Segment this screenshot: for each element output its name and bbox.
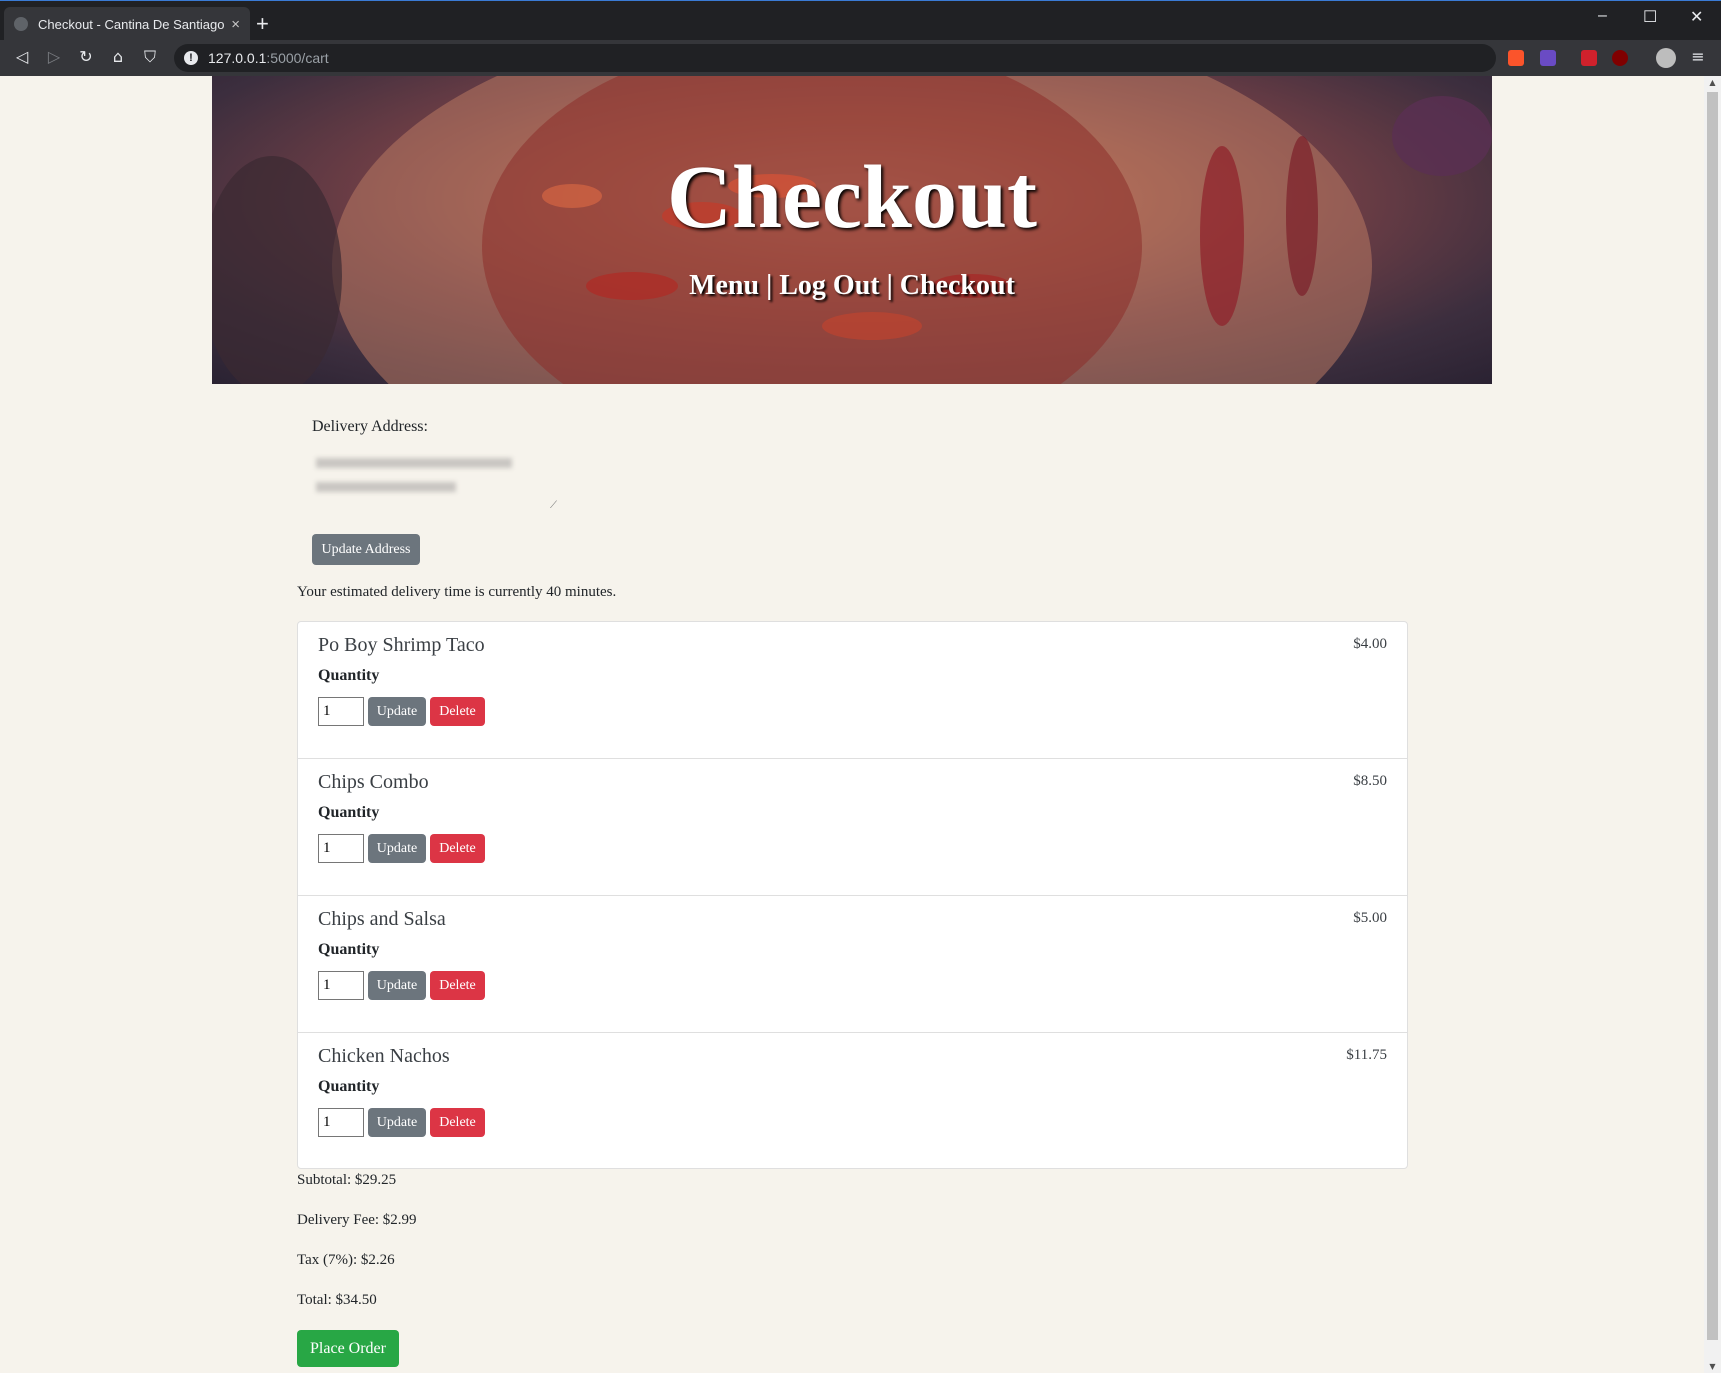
item-name: Chips and Salsa (318, 908, 446, 930)
brave-rewards-icon[interactable] (1540, 50, 1556, 66)
quantity-input[interactable] (318, 971, 364, 1000)
cart-item: Chips and Salsa $5.00 Quantity Update De… (298, 896, 1407, 1033)
delivery-address-textarea[interactable] (312, 448, 560, 510)
minimize-icon[interactable]: – (1598, 7, 1607, 25)
item-price: $4.00 (1353, 636, 1387, 652)
browser-titlebar: Checkout - Cantina De Santiago × + – ☐ ✕ (0, 0, 1721, 41)
ublock-icon[interactable] (1612, 50, 1628, 66)
quantity-label: Quantity (318, 1078, 380, 1095)
delivery-time-note: Your estimated delivery time is currentl… (297, 584, 617, 600)
nav-logout-link[interactable]: Log Out (779, 270, 879, 301)
delivery-fee: Delivery Fee: $2.99 (297, 1212, 417, 1228)
subtotal: Subtotal: $29.25 (297, 1172, 397, 1188)
cart-item: Chicken Nachos $11.75 Quantity Update De… (298, 1033, 1407, 1170)
item-price: $8.50 (1353, 773, 1387, 789)
hero-banner: Checkout Menu | Log Out | Checkout (212, 76, 1492, 384)
quantity-input[interactable] (318, 697, 364, 726)
nav-checkout-link[interactable]: Checkout (900, 270, 1015, 301)
quantity-label: Quantity (318, 667, 380, 684)
quantity-input[interactable] (318, 834, 364, 863)
page-title: Checkout (666, 148, 1038, 247)
maximize-icon[interactable]: ☐ (1643, 7, 1657, 27)
page-scrollbar[interactable]: ▲ ▼ (1704, 76, 1721, 1373)
delete-item-button[interactable]: Delete (430, 697, 485, 726)
browser-menu-icon[interactable]: ≡ (1688, 47, 1708, 66)
tax: Tax (7%): $2.26 (297, 1252, 395, 1268)
address-bar[interactable]: ! 127.0.0.1:5000/cart (174, 44, 1496, 72)
item-price: $11.75 (1346, 1047, 1387, 1063)
update-item-button[interactable]: Update (368, 971, 426, 1000)
home-icon[interactable]: ⌂ (108, 47, 128, 66)
url-path: :5000/cart (266, 50, 329, 66)
scrollbar-thumb[interactable] (1707, 92, 1718, 1340)
redacted-address-line (316, 482, 456, 492)
scroll-up-icon[interactable]: ▲ (1704, 78, 1721, 87)
brave-shield-icon[interactable] (1508, 50, 1524, 66)
nav-menu-link[interactable]: Menu (689, 270, 759, 301)
delivery-address-label: Delivery Address: (312, 418, 428, 435)
update-item-button[interactable]: Update (368, 1108, 426, 1137)
forward-icon[interactable]: ▷ (44, 47, 64, 66)
quantity-label: Quantity (318, 804, 380, 821)
url-host: 127.0.0.1 (208, 50, 267, 66)
tab-close-icon[interactable]: × (231, 16, 240, 33)
globe-icon (14, 17, 28, 31)
reload-icon[interactable]: ↻ (76, 47, 96, 66)
bookmark-icon[interactable]: ⛉ (140, 47, 160, 67)
cart-item: Po Boy Shrimp Taco $4.00 Quantity Update… (298, 622, 1407, 759)
total: Total: $34.50 (297, 1292, 377, 1308)
cart-list: Po Boy Shrimp Taco $4.00 Quantity Update… (297, 621, 1408, 1169)
back-icon[interactable]: ◁ (12, 47, 32, 66)
update-address-button[interactable]: Update Address (312, 534, 420, 565)
item-name: Chips Combo (318, 771, 429, 793)
scroll-down-icon[interactable]: ▼ (1704, 1362, 1721, 1371)
delete-item-button[interactable]: Delete (430, 834, 485, 863)
place-order-button[interactable]: Place Order (297, 1330, 399, 1367)
page-content: Checkout Menu | Log Out | Checkout Deliv… (0, 76, 1704, 1373)
cart-item: Chips Combo $8.50 Quantity Update Delete (298, 759, 1407, 896)
delete-item-button[interactable]: Delete (430, 1108, 485, 1137)
nav-separator: | (879, 270, 900, 301)
item-price: $5.00 (1353, 910, 1387, 926)
browser-toolbar: ◁ ▷ ↻ ⌂ ⛉ ! 127.0.0.1:5000/cart ≡ (0, 40, 1721, 76)
update-item-button[interactable]: Update (368, 697, 426, 726)
textarea-resize-handle[interactable]: ⟋ (550, 500, 557, 511)
quantity-label: Quantity (318, 941, 380, 958)
item-name: Chicken Nachos (318, 1045, 450, 1067)
update-item-button[interactable]: Update (368, 834, 426, 863)
bookmark-extension-icon[interactable] (1581, 50, 1597, 66)
nav-separator: | (759, 270, 780, 301)
delete-item-button[interactable]: Delete (430, 971, 485, 1000)
redacted-address-line (316, 458, 512, 468)
new-tab-icon[interactable]: + (256, 11, 269, 37)
item-name: Po Boy Shrimp Taco (318, 634, 485, 656)
browser-tab[interactable]: Checkout - Cantina De Santiago × (4, 7, 250, 41)
profile-avatar-icon[interactable] (1656, 48, 1676, 68)
header-nav: Menu | Log Out | Checkout (212, 270, 1492, 302)
tab-title: Checkout - Cantina De Santiago (38, 16, 225, 32)
info-icon: ! (184, 51, 198, 65)
quantity-input[interactable] (318, 1108, 364, 1137)
close-window-icon[interactable]: ✕ (1690, 7, 1703, 27)
